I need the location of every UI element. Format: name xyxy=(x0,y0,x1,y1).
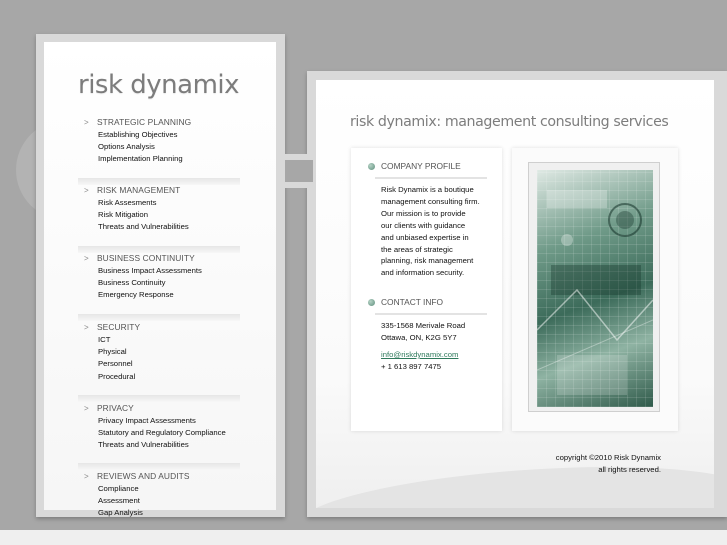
photo-collage-graphic xyxy=(537,190,653,395)
decorative-photo xyxy=(537,170,653,407)
nav-item-assessment[interactable]: Assessment xyxy=(98,495,241,507)
nav-item-procedural[interactable]: Procedural xyxy=(98,371,241,383)
nav-list: Compliance Assessment Gap Analysis xyxy=(78,483,241,520)
contact-info-heading: CONTACT INFO xyxy=(368,297,443,307)
nav-section-reviews-audits: > REVIEWS AND AUDITS Compliance Assessme… xyxy=(78,469,241,520)
card-rule xyxy=(375,313,487,315)
nav-item-privacy-threats-vulnerabilities[interactable]: Threats and Vulnerabilities xyxy=(98,439,241,451)
nav-list: Establishing Objectives Options Analysis… xyxy=(78,129,241,166)
nav-header-strategic-planning[interactable]: > STRATEGIC PLANNING xyxy=(78,115,241,129)
copyright-notice: copyright ©2010 Risk Dynamix all rights … xyxy=(555,453,661,474)
green-dot-icon xyxy=(368,162,375,170)
nav-header-reviews-audits[interactable]: > REVIEWS AND AUDITS xyxy=(78,469,241,483)
nav-list: Privacy Impact Assessments Statutory and… xyxy=(78,415,241,452)
chevron-right-icon: > xyxy=(84,253,89,263)
nav-item-gap-analysis[interactable]: Gap Analysis xyxy=(98,507,241,519)
green-dot-icon xyxy=(368,298,375,306)
nav-section-privacy: > PRIVACY Privacy Impact Assessments Sta… xyxy=(78,401,241,452)
nav-section-business-continuity: > BUSINESS CONTINUITY Business Impact As… xyxy=(78,251,241,302)
nav-item-threats-vulnerabilities[interactable]: Threats and Vulnerabilities xyxy=(98,221,241,233)
contact-address-line1: 335-1568 Merivale Road xyxy=(381,321,466,330)
nav-header-risk-management[interactable]: > RISK MANAGEMENT xyxy=(78,183,241,197)
nav-item-emergency-response[interactable]: Emergency Response xyxy=(98,289,241,301)
card-rule xyxy=(375,177,487,179)
nav-list: ICT Physical Personnel Procedural xyxy=(78,334,241,383)
nav-list: Risk Assesments Risk Mitigation Threats … xyxy=(78,197,241,234)
page-bottom-strip xyxy=(0,530,727,545)
chevron-right-icon: > xyxy=(84,117,89,127)
nav-header-security[interactable]: > SECURITY xyxy=(78,320,241,334)
page-tagline: risk dynamix: management consulting serv… xyxy=(350,114,669,130)
frame-connector-gap xyxy=(285,160,313,182)
nav-item-compliance[interactable]: Compliance xyxy=(98,483,241,495)
chevron-right-icon: > xyxy=(84,471,89,481)
nav-section-risk-management: > RISK MANAGEMENT Risk Assesments Risk M… xyxy=(78,183,241,234)
nav-header-business-continuity[interactable]: > BUSINESS CONTINUITY xyxy=(78,251,241,265)
contact-address-line2: Ottawa, ON, K2G 5Y7 xyxy=(381,333,457,342)
nav-item-implementation-planning[interactable]: Implementation Planning xyxy=(98,153,241,165)
nav-header-privacy[interactable]: > PRIVACY xyxy=(78,401,241,415)
nav-item-risk-mitigation[interactable]: Risk Mitigation xyxy=(98,209,241,221)
nav-item-business-impact-assessments[interactable]: Business Impact Assessments xyxy=(98,265,241,277)
email-link[interactable]: info@riskdynamix.com xyxy=(381,350,458,359)
nav-section-security: > SECURITY ICT Physical Personnel Proced… xyxy=(78,320,241,383)
nav-item-privacy-impact-assessments[interactable]: Privacy Impact Assessments xyxy=(98,415,241,427)
nav-item-statutory-compliance[interactable]: Statutory and Regulatory Compliance xyxy=(98,427,241,439)
nav-item-establishing-objectives[interactable]: Establishing Objectives xyxy=(98,129,241,141)
nav-section-strategic-planning: > STRATEGIC PLANNING Establishing Object… xyxy=(78,115,241,166)
chevron-right-icon: > xyxy=(84,185,89,195)
contact-phone: + 1 613 897 7475 xyxy=(381,362,442,371)
nav-list: Business Impact Assessments Business Con… xyxy=(78,265,241,302)
nav-item-physical[interactable]: Physical xyxy=(98,346,241,358)
chevron-right-icon: > xyxy=(84,403,89,413)
company-profile-heading: COMPANY PROFILE xyxy=(368,161,461,171)
nav-item-risk-assessments[interactable]: Risk Assesments xyxy=(98,197,241,209)
chevron-right-icon: > xyxy=(84,322,89,332)
nav-item-business-continuity[interactable]: Business Continuity xyxy=(98,277,241,289)
nav-item-options-analysis[interactable]: Options Analysis xyxy=(98,141,241,153)
company-profile-text: Risk Dynamix is a boutique management co… xyxy=(381,185,480,278)
nav-item-ict[interactable]: ICT xyxy=(98,334,241,346)
contact-email-row: info@riskdynamix.com xyxy=(381,350,458,359)
site-logo[interactable]: risk dynamix xyxy=(78,70,240,100)
nav-item-personnel[interactable]: Personnel xyxy=(98,358,241,370)
